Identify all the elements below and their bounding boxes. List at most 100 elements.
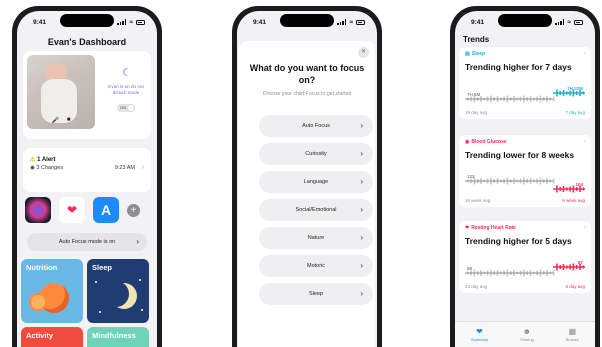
tab-label: Sharing <box>519 337 534 342</box>
baby-monitor-card[interactable]: 🎤 ■ ☾ Evan is on do not disturb mode ON <box>23 51 151 139</box>
left-value-label: 7H 6M <box>467 92 481 97</box>
star-icon <box>99 311 101 313</box>
phone-focus-picker: 9:41 ≈ ✕ What do you want to focus on? C… <box>232 6 382 347</box>
wifi-icon: ≈ <box>567 18 571 26</box>
legend-right: 7 day avg <box>565 110 585 115</box>
sleep-trend-card[interactable]: ▤ Sleep › Trending higher for 7 days 7H 6… <box>459 47 591 119</box>
activity-tile[interactable]: Activity <box>21 327 83 347</box>
right-value-label: 104 <box>575 182 583 187</box>
focus-option-language[interactable]: Language › <box>259 171 373 193</box>
tab-summary[interactable]: ❤ Summary <box>471 327 488 342</box>
health-app-icon[interactable]: ❤ <box>59 197 85 223</box>
focus-picker-screen: 9:41 ≈ ✕ What do you want to focus on? C… <box>237 11 377 347</box>
option-label: Auto Focus <box>302 123 330 129</box>
chevron-right-icon: › <box>141 164 144 171</box>
option-label: Nature <box>307 235 325 241</box>
status-time: 9:41 <box>471 18 485 26</box>
alert-changes: 3 Changes <box>36 165 63 171</box>
right-value-label: 87 <box>578 260 584 265</box>
warning-icon: ⚠ <box>30 157 36 163</box>
phone-dashboard: 9:41 ≈ Evan's Dashboard 🎤 ■ ☾ Evan is on… <box>12 6 162 347</box>
card-headline: Trending higher for 7 days <box>465 62 572 72</box>
legend-left: 23 day avg <box>465 284 488 289</box>
focus-option-sleep[interactable]: Sleep › <box>259 283 373 305</box>
chevron-right-icon: › <box>584 139 586 145</box>
signal-icon <box>117 19 127 25</box>
trends-screen: 9:41 ≈ Trends ▤ Sleep › Trending higher f… <box>455 11 595 347</box>
chevron-right-icon: › <box>584 51 586 57</box>
chevron-right-icon: › <box>360 261 363 270</box>
legend-left: 19 day avg <box>465 110 488 115</box>
heart-rate-trend-chart: 68 87 <box>465 260 585 277</box>
chart-bar <box>552 178 555 184</box>
microphone-icon[interactable]: 🎤 <box>51 117 58 124</box>
star-icon <box>139 279 141 281</box>
signal-icon <box>337 19 347 25</box>
siri-app-icon[interactable] <box>25 197 51 223</box>
mindfulness-tile[interactable]: Mindfulness <box>87 327 149 347</box>
moon-icon: ☾ <box>122 67 132 79</box>
option-label: Social/Emotional <box>295 207 337 213</box>
focus-option-motoric[interactable]: Motoric › <box>259 255 373 277</box>
card-headline: Trending lower for 8 weeks <box>465 150 575 160</box>
tab-sharing[interactable]: ☻ Sharing <box>520 327 534 342</box>
option-label: Language <box>303 179 329 185</box>
right-value-label: 7H 32M <box>567 86 583 91</box>
tab-label: Browse <box>565 337 580 342</box>
heart-icon: ❤ <box>476 327 483 336</box>
focus-option-auto-focus[interactable]: Auto Focus › <box>259 115 373 137</box>
status-time: 9:41 <box>33 18 47 26</box>
video-camera-icon[interactable]: ■ <box>67 117 71 124</box>
card-category: Blood Glucose <box>471 139 507 145</box>
close-icon[interactable]: ✕ <box>358 47 369 58</box>
legend-right: 5 day avg <box>565 284 585 289</box>
card-category: Sleep <box>471 51 486 57</box>
focus-option-curiosity[interactable]: Curiosity › <box>259 143 373 165</box>
people-icon: ☻ <box>522 327 532 336</box>
tab-browse[interactable]: ▦ Browse <box>566 327 579 342</box>
bed-icon: ▤ <box>465 51 470 57</box>
heart-icon: ❤ <box>465 225 470 231</box>
card-headline: Trending higher for 5 days <box>465 236 572 246</box>
chevron-right-icon: › <box>360 177 363 186</box>
status-bar: 9:41 ≈ <box>237 11 377 33</box>
chevron-right-icon: › <box>360 289 363 298</box>
status-bar: 9:41 ≈ <box>17 11 157 33</box>
focus-option-social-emotional[interactable]: Social/Emotional › <box>259 199 373 221</box>
blood-glucose-trend-card[interactable]: ◉ Blood Glucose › Trending lower for 8 we… <box>459 135 591 207</box>
app-shortcuts: ❤ A + <box>25 197 140 223</box>
chevron-right-icon: › <box>136 237 139 246</box>
chevron-right-icon: › <box>360 149 363 158</box>
sleep-tile[interactable]: Sleep <box>87 259 149 323</box>
alert-card[interactable]: ⚠ 1 Alert ◉ 3 Changes 9:23 AM › <box>23 148 151 192</box>
auto-focus-button[interactable]: Auto Focus mode is on › <box>27 233 147 251</box>
chevron-right-icon: › <box>360 233 363 242</box>
wifi-icon: ≈ <box>349 18 353 26</box>
star-icon <box>95 281 97 283</box>
nutrition-tile[interactable]: Nutrition <box>21 259 83 323</box>
baby-camera-feed[interactable]: 🎤 ■ <box>27 55 95 129</box>
legend-right: 8 week avg <box>562 198 585 203</box>
phone-health-trends: 9:41 ≈ Trends ▤ Sleep › Trending higher f… <box>450 6 600 347</box>
chevron-right-icon: › <box>360 205 363 214</box>
focus-option-nature[interactable]: Nature › <box>259 227 373 249</box>
blood-drop-icon: ◉ <box>465 139 470 145</box>
tab-label: Summary <box>470 337 489 342</box>
glucose-trend-chart: 123 104 <box>465 174 585 193</box>
option-label: Curiosity <box>305 151 327 157</box>
option-label: Sleep <box>308 291 324 297</box>
resting-heart-rate-trend-card[interactable]: ❤ Resting Heart Rate › Trending higher fo… <box>459 221 591 293</box>
signal-icon <box>555 19 565 25</box>
add-app-icon[interactable]: + <box>127 203 140 217</box>
alert-time: 9:23 AM <box>114 165 135 171</box>
dnd-toggle[interactable]: ON <box>117 104 135 112</box>
tile-label: Mindfulness <box>92 331 136 340</box>
peach-slice-illustration <box>29 293 47 311</box>
sleep-trend-chart: 7H 6M 7H 32M <box>465 86 585 103</box>
card-category: Resting Heart Rate <box>471 225 516 231</box>
app-store-icon[interactable]: A <box>93 197 119 223</box>
dynamic-island <box>280 14 334 27</box>
left-value-label: 68 <box>467 266 473 271</box>
tile-label: Nutrition <box>26 263 58 272</box>
auto-focus-label: Auto Focus mode is on <box>58 239 116 245</box>
